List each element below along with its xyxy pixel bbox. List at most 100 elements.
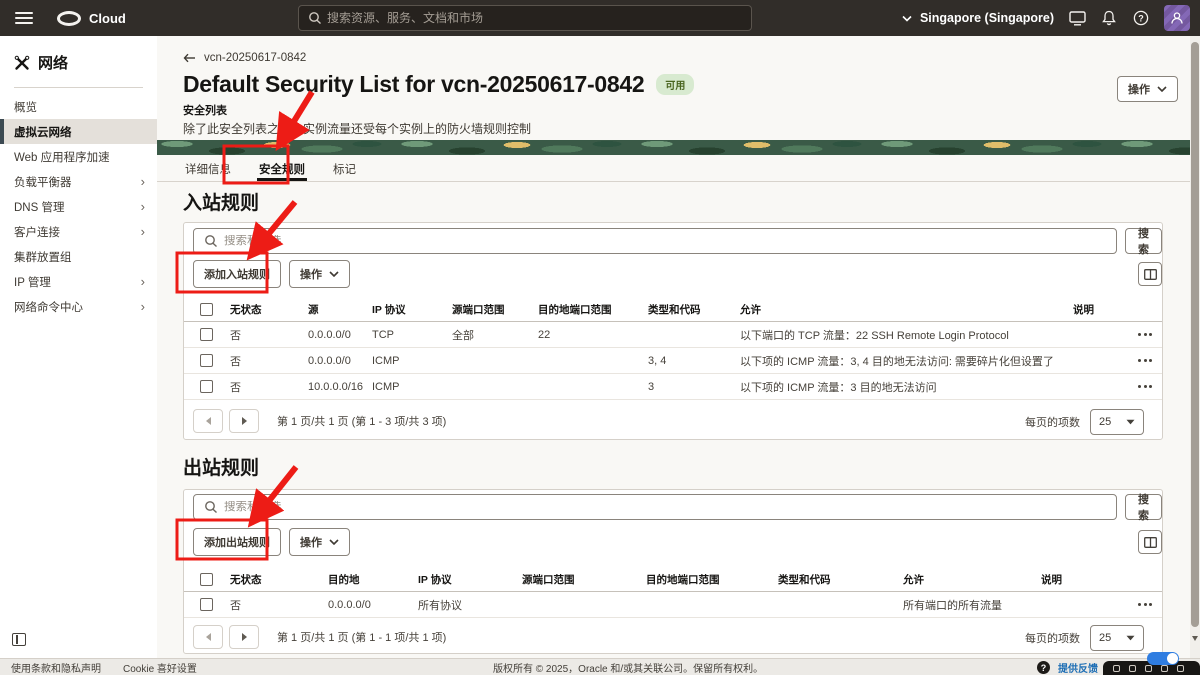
next-page-button[interactable] — [229, 409, 259, 433]
row-actions-ellipsis-icon[interactable] — [1123, 603, 1156, 606]
oci-console-page: Cloud Singapore (Singapore) ? — [0, 0, 1200, 675]
sidebar-item-network-command-center[interactable]: 网络命令中心› — [0, 294, 157, 319]
search-icon — [194, 500, 224, 514]
egress-table-row: 否 0.0.0.0/0 所有协议 所有端口的所有流量 — [184, 592, 1162, 618]
toolbar-icon[interactable] — [1161, 665, 1168, 672]
sidebar-item-customer-connectivity[interactable]: 客户连接 › — [0, 219, 157, 244]
actions-label: 操作 — [300, 534, 322, 550]
sidebar-item-label: 客户连接 — [14, 224, 60, 240]
per-page-select[interactable]: 25 — [1090, 409, 1144, 435]
egress-actions-button[interactable]: 操作 — [289, 528, 350, 556]
breadcrumb: vcn-20250617-0842 — [183, 52, 306, 64]
sidebar-item-virtual-cloud-networks[interactable]: 虚拟云网络 — [0, 119, 157, 144]
header-actions-button[interactable]: 操作 — [1117, 76, 1178, 102]
page-scrollbar[interactable] — [1190, 36, 1200, 658]
col-source-port-range: 源端口范围 — [522, 572, 646, 587]
overlay-toggle[interactable] — [1147, 652, 1179, 665]
sidebar-divider — [14, 87, 143, 88]
actions-label: 操作 — [1128, 81, 1150, 97]
col-allows: 允许 — [740, 302, 1053, 317]
tab-tags[interactable]: 标记 — [331, 155, 358, 181]
toolbar-icon[interactable] — [1113, 665, 1120, 672]
ingress-search-button[interactable]: 搜索 — [1125, 228, 1162, 254]
row-actions-ellipsis-icon[interactable] — [1123, 385, 1156, 388]
egress-filter-input[interactable] — [224, 501, 1074, 513]
user-avatar[interactable] — [1164, 5, 1190, 31]
sidebar: 网络 概览 虚拟云网络 Web 应用程序加速 负载平衡器› DNS 管理› 客户… — [0, 36, 157, 658]
select-caret-icon — [1126, 419, 1135, 425]
scrollbar-down-arrow[interactable] — [1192, 636, 1198, 641]
search-icon — [194, 234, 224, 248]
add-ingress-rules-button[interactable]: 添加入站规则 — [193, 260, 281, 288]
egress-search-button[interactable]: 搜索 — [1125, 494, 1162, 520]
ingress-filter-box[interactable] — [193, 228, 1117, 254]
notifications-bell-icon[interactable] — [1100, 9, 1118, 27]
region-selector[interactable]: Singapore (Singapore) — [902, 11, 1054, 25]
row-actions-ellipsis-icon[interactable] — [1123, 359, 1156, 362]
col-description: 说明 — [1024, 572, 1123, 587]
row-checkbox[interactable] — [200, 328, 213, 341]
global-search-box[interactable] — [298, 5, 752, 31]
tab-details[interactable]: 详细信息 — [183, 155, 233, 181]
ingress-actions-button[interactable]: 操作 — [289, 260, 350, 288]
column-toggle-icon[interactable] — [1138, 262, 1162, 286]
row-checkbox[interactable] — [200, 598, 213, 611]
sidebar-item-load-balancers[interactable]: 负载平衡器› — [0, 169, 157, 194]
egress-section-title: 出站规则 — [183, 453, 259, 480]
add-egress-rules-button[interactable]: 添加出站规则 — [193, 528, 281, 556]
row-actions-ellipsis-icon[interactable] — [1123, 333, 1156, 336]
sidebar-item-ip-management[interactable]: IP 管理› — [0, 269, 157, 294]
chevron-right-icon: › — [141, 175, 145, 188]
cloud-shell-icon[interactable] — [1068, 9, 1086, 27]
chevron-down-icon — [1157, 86, 1167, 92]
sidebar-item-label: 虚拟云网络 — [14, 124, 72, 140]
column-toggle-icon[interactable] — [1138, 530, 1162, 554]
select-all-checkbox[interactable] — [200, 303, 213, 316]
cookie-preferences-link[interactable]: Cookie 喜好设置 — [123, 660, 197, 675]
prev-page-button[interactable] — [193, 625, 223, 649]
breadcrumb-vcn-link[interactable]: vcn-20250617-0842 — [204, 52, 306, 64]
back-arrow-icon[interactable] — [183, 53, 196, 63]
sidebar-item-overview[interactable]: 概览 — [0, 94, 157, 119]
ingress-pagination: 第 1 页/共 1 页 (第 1 - 3 项/共 3 项) — [193, 409, 446, 433]
sidebar-item-dns-management[interactable]: DNS 管理› — [0, 194, 157, 219]
toolbar-icon[interactable] — [1145, 665, 1152, 672]
hamburger-menu-icon[interactable] — [15, 12, 33, 24]
toolbar-icon[interactable] — [1129, 665, 1136, 672]
egress-per-page: 每页的项数 25 — [1025, 625, 1144, 651]
col-source-port-range: 源端口范围 — [452, 302, 538, 317]
global-search-input[interactable] — [327, 11, 707, 25]
col-type-and-code: 类型和代码 — [778, 572, 903, 587]
collapse-panel-icon[interactable] — [12, 633, 26, 646]
sidebar-item-label: IP 管理 — [14, 274, 51, 290]
feedback-link[interactable]: 提供反馈 — [1058, 660, 1098, 675]
egress-filter-box[interactable] — [193, 494, 1117, 520]
footer-help-icon[interactable]: ? — [1037, 661, 1050, 674]
row-checkbox[interactable] — [200, 380, 213, 393]
select-all-checkbox[interactable] — [200, 573, 213, 586]
scrollbar-thumb[interactable] — [1191, 42, 1199, 627]
toolbar-icon[interactable] — [1177, 665, 1184, 672]
prev-page-button[interactable] — [193, 409, 223, 433]
per-page-select[interactable]: 25 — [1090, 625, 1144, 651]
ingress-filter-input[interactable] — [224, 235, 1074, 247]
col-description: 说明 — [1053, 302, 1123, 317]
status-badge: 可用 — [656, 74, 694, 95]
tab-security-rules[interactable]: 安全规则 — [257, 155, 307, 181]
next-page-button[interactable] — [229, 625, 259, 649]
sidebar-item-cluster-placement-groups[interactable]: 集群放置组 — [0, 244, 157, 269]
terms-privacy-link[interactable]: 使用条款和隐私声明 — [11, 660, 101, 675]
col-ip-protocol: IP 协议 — [372, 302, 452, 317]
chevron-down-icon — [329, 271, 339, 277]
per-page-label: 每页的项数 — [1025, 630, 1080, 646]
col-stateless: 无状态 — [230, 572, 328, 587]
help-icon[interactable]: ? — [1132, 9, 1150, 27]
row-checkbox[interactable] — [200, 354, 213, 367]
ingress-per-page: 每页的项数 25 — [1025, 409, 1144, 435]
sidebar-title: 网络 — [38, 52, 68, 73]
sidebar-item-web-app-acceleration[interactable]: Web 应用程序加速 — [0, 144, 157, 169]
chevron-right-icon: › — [141, 225, 145, 238]
select-caret-icon — [1126, 635, 1135, 641]
page-title-row: Default Security List for vcn-20250617-0… — [183, 71, 694, 98]
page-title: Default Security List for vcn-20250617-0… — [183, 71, 644, 98]
